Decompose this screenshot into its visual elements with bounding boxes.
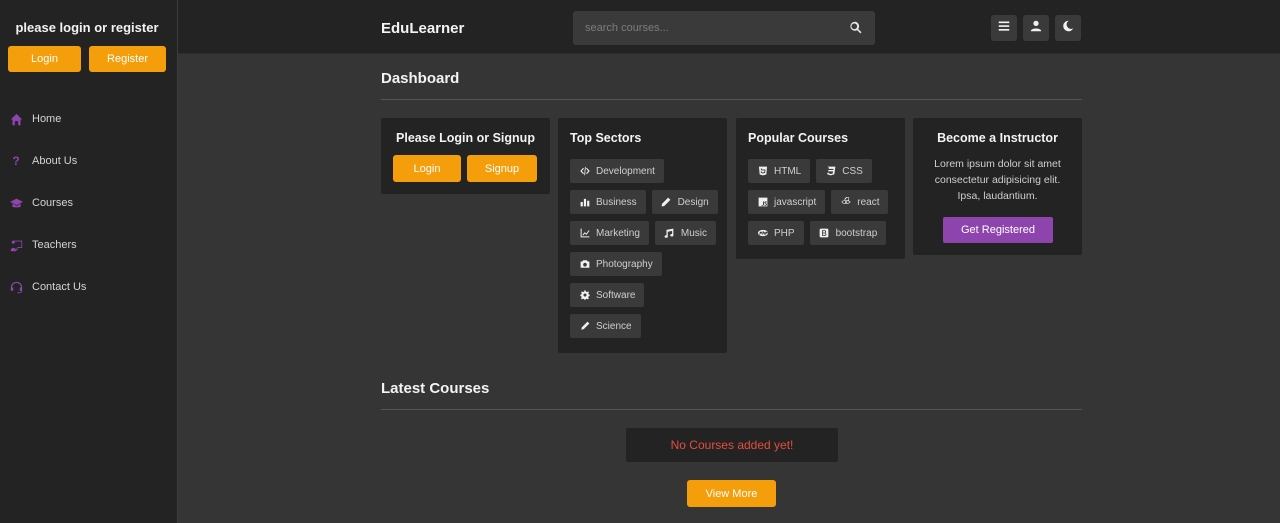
tag-label: Science xyxy=(596,320,632,332)
moon-icon xyxy=(1062,19,1074,37)
php-icon xyxy=(757,228,768,239)
graduation-cap-icon xyxy=(9,196,23,210)
flask-icon xyxy=(579,321,590,332)
tag-label: react xyxy=(857,196,880,208)
login-card-title: Please Login or Signup xyxy=(396,131,535,145)
top-sectors-card: Top Sectors Development Business Design … xyxy=(558,118,727,353)
search-input[interactable] xyxy=(573,22,833,34)
headset-icon xyxy=(9,280,23,294)
sidebar-register-button[interactable]: Register xyxy=(89,46,166,72)
menu-button[interactable] xyxy=(991,15,1017,41)
top-sectors-title: Top Sectors xyxy=(570,131,642,145)
tag-label: javascript xyxy=(774,196,817,208)
css3-icon xyxy=(825,166,836,177)
view-more-button[interactable]: View More xyxy=(687,480,776,507)
bar-chart-icon xyxy=(579,197,590,208)
line-chart-icon xyxy=(579,228,590,239)
bootstrap-icon xyxy=(819,228,830,239)
sidebar-item-about[interactable]: ? About Us xyxy=(0,140,177,182)
instructor-description: Lorem ipsum dolor sit amet consectetur a… xyxy=(934,158,1061,202)
instructor-card: Become a Instructor Lorem ipsum dolor si… xyxy=(913,118,1082,255)
tag-label: CSS xyxy=(842,165,863,177)
pen-icon xyxy=(661,197,672,208)
sidebar-login-button[interactable]: Login xyxy=(8,46,81,72)
tag-label: Marketing xyxy=(596,227,640,239)
top-header: EduLearner xyxy=(178,0,1280,54)
tag-label: PHP xyxy=(774,227,795,239)
divider xyxy=(381,409,1082,410)
tag-music[interactable]: Music xyxy=(654,221,717,245)
card-login-button[interactable]: Login xyxy=(393,155,461,182)
sidebar-item-home[interactable]: Home xyxy=(0,98,177,140)
card-signup-button[interactable]: Signup xyxy=(467,155,537,182)
javascript-icon xyxy=(757,197,768,208)
empty-courses-message: No Courses added yet! xyxy=(626,428,838,462)
tag-label: HTML xyxy=(774,165,802,177)
sidebar-item-label: Teachers xyxy=(32,239,77,251)
tag-design[interactable]: Design xyxy=(651,190,718,214)
sidebar-auth-buttons: Login Register xyxy=(8,46,166,72)
tag-label: Business xyxy=(596,196,637,208)
question-icon: ? xyxy=(12,154,20,168)
menu-icon xyxy=(998,19,1010,37)
tag-css[interactable]: CSS xyxy=(816,159,872,183)
popular-courses-title: Popular Courses xyxy=(748,131,849,145)
instructor-title: Become a Instructor xyxy=(937,131,1058,145)
dashboard-title: Dashboard xyxy=(381,70,460,87)
react-icon xyxy=(840,197,851,208)
divider xyxy=(381,99,1082,100)
tag-software[interactable]: Software xyxy=(570,283,645,307)
cog-icon xyxy=(579,290,590,301)
tag-label: Design xyxy=(677,196,709,208)
sidebar: please login or register Login Register … xyxy=(0,0,178,523)
get-registered-button[interactable]: Get Registered xyxy=(943,217,1053,243)
sidebar-item-label: Contact Us xyxy=(32,281,87,293)
music-icon xyxy=(664,228,675,239)
latest-courses-title: Latest Courses xyxy=(381,380,490,397)
tag-label: bootstrap xyxy=(835,227,878,239)
code-icon xyxy=(579,166,590,177)
chalkboard-teacher-icon xyxy=(9,238,23,252)
tag-label: Music xyxy=(680,227,708,239)
sidebar-item-courses[interactable]: Courses xyxy=(0,182,177,224)
user-icon xyxy=(1030,19,1042,37)
sidebar-item-teachers[interactable]: Teachers xyxy=(0,224,177,266)
tag-science[interactable]: Science xyxy=(570,314,641,338)
tag-react[interactable]: react xyxy=(831,190,889,214)
tag-javascript[interactable]: javascript xyxy=(748,190,826,214)
tag-html[interactable]: HTML xyxy=(748,159,811,183)
theme-toggle-button[interactable] xyxy=(1055,15,1081,41)
logo[interactable]: EduLearner xyxy=(381,20,464,37)
tag-label: Photography xyxy=(596,258,653,270)
login-card: Please Login or Signup Login Signup xyxy=(381,118,550,194)
sidebar-nav: Home ? About Us Courses Teachers Contact… xyxy=(0,98,177,308)
tag-bootstrap[interactable]: bootstrap xyxy=(809,221,887,245)
tag-label: Software xyxy=(596,289,636,301)
header-actions xyxy=(991,15,1081,41)
tag-business[interactable]: Business xyxy=(570,190,646,214)
popular-courses-card: Popular Courses HTML CSS javascript reac… xyxy=(736,118,905,259)
sidebar-title: please login or register xyxy=(15,20,159,35)
home-icon xyxy=(9,112,23,126)
sidebar-item-contact[interactable]: Contact Us xyxy=(0,266,177,308)
tag-photography[interactable]: Photography xyxy=(570,252,662,276)
tag-development[interactable]: Development xyxy=(570,159,664,183)
sidebar-item-label: About Us xyxy=(32,155,78,167)
tag-php[interactable]: PHP xyxy=(748,221,804,245)
sidebar-item-label: Home xyxy=(32,113,62,125)
search-icon[interactable] xyxy=(849,21,863,35)
user-button[interactable] xyxy=(1023,15,1049,41)
tag-label: Development xyxy=(596,165,655,177)
search-bar xyxy=(573,11,875,45)
camera-icon xyxy=(579,259,590,270)
html5-icon xyxy=(757,166,768,177)
tag-marketing[interactable]: Marketing xyxy=(570,221,649,245)
sidebar-item-label: Courses xyxy=(32,197,73,209)
